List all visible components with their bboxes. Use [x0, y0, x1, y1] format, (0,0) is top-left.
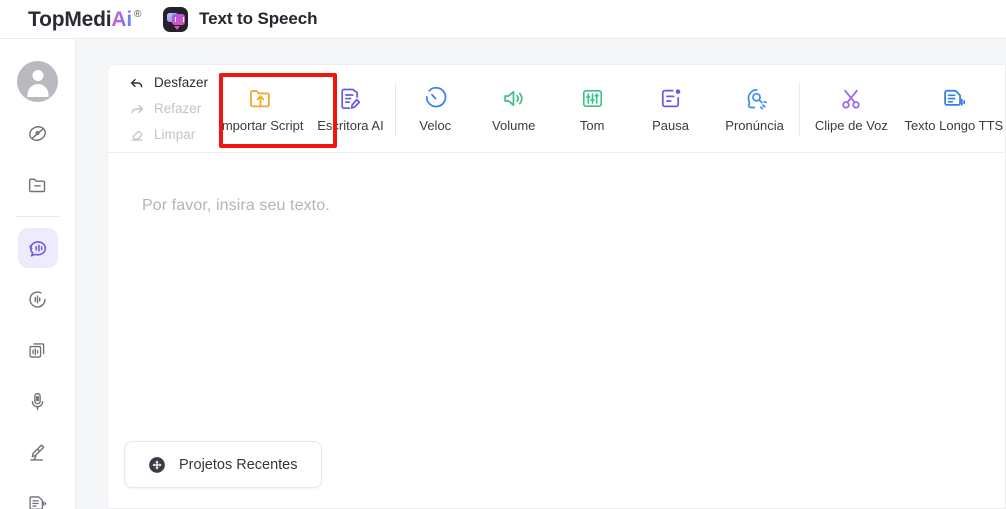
bubble-tail-shape [174, 25, 181, 30]
pronunciation-button[interactable]: Pronúncia [710, 65, 800, 152]
long-text-tts-label: Texto Longo TTS [904, 118, 1004, 133]
undo-button[interactable]: Desfazer [129, 72, 208, 94]
voice-clip-button[interactable]: Clipe de Voz [800, 65, 902, 152]
volume-button[interactable]: Volume [475, 65, 553, 152]
recent-projects-label: Projetos Recentes [179, 456, 298, 473]
speedometer-icon [423, 85, 448, 112]
clear-label: Limpar [154, 126, 196, 142]
compass-icon [27, 123, 48, 144]
app-header: TopMedi Ai ® Text to Speech [0, 0, 1006, 39]
main-region: Desfazer Refazer Limpar Importar Script … [76, 39, 1006, 509]
editor-toolbar: Desfazer Refazer Limpar Importar Script … [108, 65, 1005, 153]
avatar[interactable] [17, 61, 58, 102]
brand-logo[interactable]: TopMedi Ai ® [28, 9, 141, 30]
registered-mark: ® [133, 8, 142, 20]
document-sound-icon [941, 85, 967, 112]
pause-button[interactable]: Pausa [631, 65, 709, 152]
recent-projects-button[interactable]: Projetos Recentes [124, 441, 322, 488]
bubble-front-shape [172, 13, 185, 25]
avatar-body-shape [27, 84, 48, 97]
ai-writer-label: Escritora AI [317, 118, 384, 133]
sidebar-item-voice-clone[interactable] [18, 381, 58, 421]
brand-name-ai: Ai [111, 7, 132, 31]
folder-minus-icon [27, 174, 48, 195]
folder-upload-icon [247, 85, 274, 112]
stacked-cards-wave-icon [27, 340, 48, 361]
page-title: Text to Speech [199, 9, 318, 28]
import-script-button[interactable]: Importar Script [216, 65, 306, 152]
chat-bubbles-icon [163, 6, 189, 32]
document-pencil-icon [337, 85, 363, 112]
eraser-icon [129, 127, 145, 143]
sidebar-item-transcription[interactable] [18, 483, 58, 509]
editor-placeholder: Por favor, insira seu texto. [142, 197, 330, 214]
voice-clip-label: Clipe de Voz [814, 118, 888, 133]
sidebar-item-text-to-speech[interactable] [17, 228, 58, 268]
circle-wave-icon [27, 289, 48, 310]
import-script-label: Importar Script [218, 118, 304, 133]
pen-mic-icon [27, 442, 48, 463]
speed-label: Veloc [419, 118, 452, 133]
redo-arrow-icon [129, 101, 145, 117]
speaker-wave-icon [501, 85, 526, 112]
speed-button[interactable]: Veloc [396, 65, 474, 152]
sidebar-item-ai-writer[interactable] [18, 432, 58, 472]
pronunciation-label: Pronúncia [725, 118, 784, 133]
pitch-button[interactable]: Tom [553, 65, 631, 152]
text-editor-area[interactable]: Por favor, insira seu texto. Projetos Re… [108, 154, 1005, 508]
redo-button[interactable]: Refazer [129, 98, 208, 120]
editor-card: Desfazer Refazer Limpar Importar Script … [107, 64, 1006, 509]
speech-bubble-wave-icon [27, 237, 49, 259]
pause-label: Pausa [652, 118, 689, 133]
scissors-icon [838, 85, 864, 112]
equalizer-icon [580, 85, 605, 112]
undo-label: Desfazer [154, 74, 209, 90]
microphone-icon [27, 391, 48, 412]
volume-label: Volume [492, 118, 536, 133]
document-wave-icon [27, 493, 48, 509]
sidebar-item-voice-changer[interactable] [18, 279, 58, 319]
plus-circle-icon [147, 455, 167, 475]
sidebar [0, 39, 76, 509]
sidebar-item-discover[interactable] [18, 113, 58, 153]
sidebar-divider [15, 216, 60, 217]
sidebar-item-audio-library[interactable] [18, 330, 58, 370]
clear-button[interactable]: Limpar [129, 124, 208, 146]
pause-insert-icon [658, 85, 683, 112]
long-text-tts-button[interactable]: Texto Longo TTS [903, 65, 1005, 152]
app-root: TopMedi Ai ® Text to Speech Desfazer Ref… [0, 0, 1006, 509]
undo-arrow-icon [129, 75, 145, 91]
redo-label: Refazer [154, 100, 202, 116]
sidebar-item-folder[interactable] [18, 164, 58, 204]
history-button-group: Desfazer Refazer Limpar [108, 65, 208, 152]
ai-writer-button[interactable]: Escritora AI [306, 65, 396, 152]
brand-name-main: TopMedi [28, 7, 112, 31]
avatar-head-shape [32, 70, 43, 81]
head-search-icon [742, 85, 768, 112]
pitch-label: Tom [579, 118, 605, 133]
